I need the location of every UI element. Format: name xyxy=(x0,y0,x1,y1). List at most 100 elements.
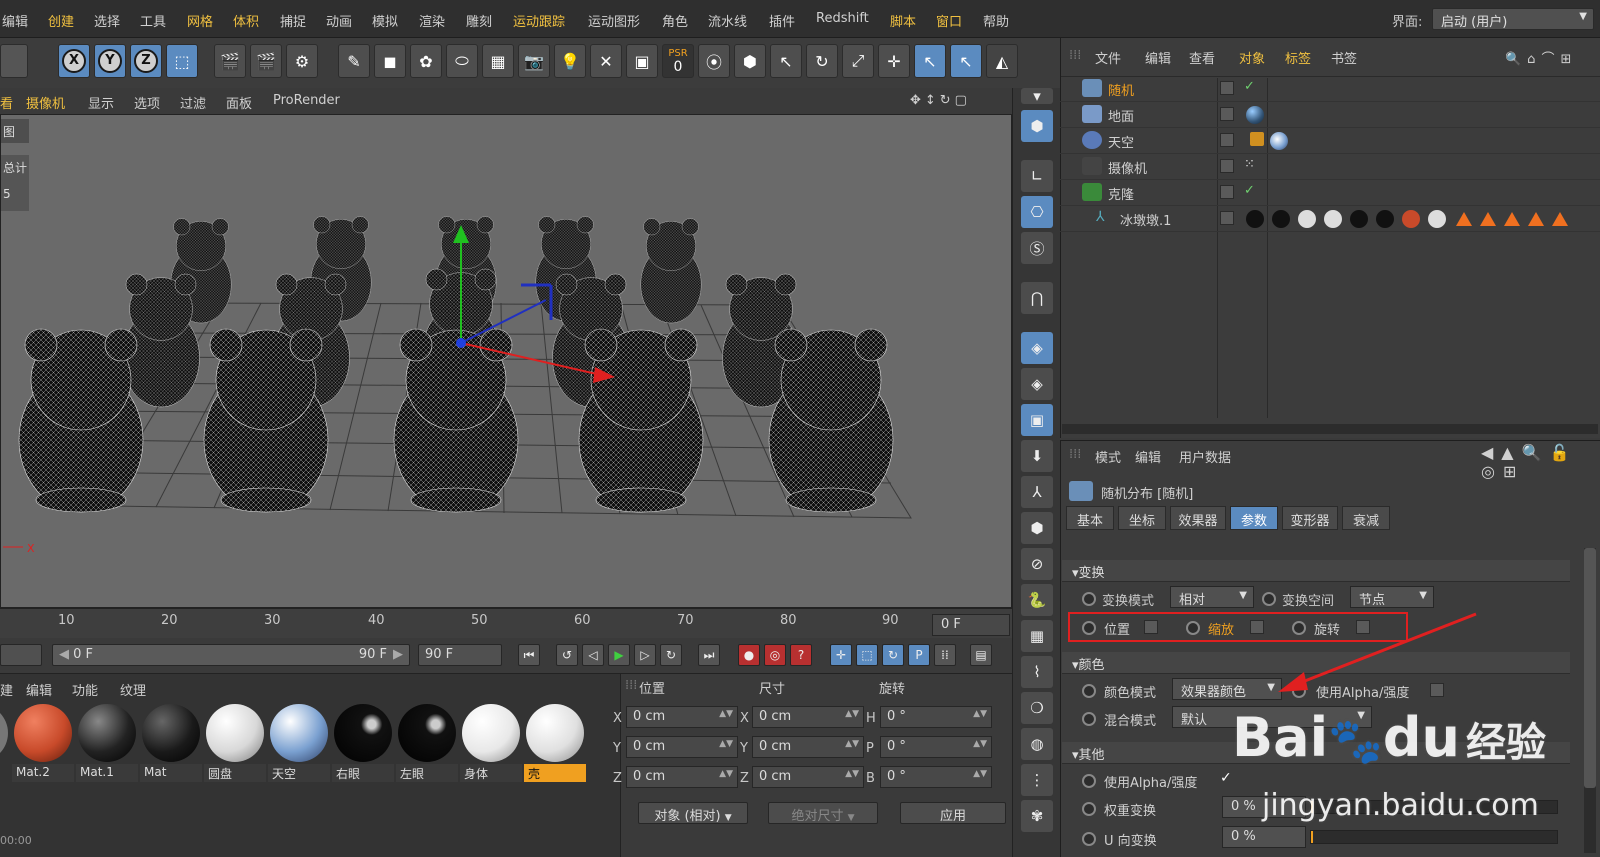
autokey-icon[interactable]: ◎ xyxy=(764,644,786,666)
axis-z-button[interactable]: Z xyxy=(130,44,162,78)
coordinate-system-icon[interactable]: ⬚ xyxy=(166,44,198,78)
enabled-check-icon[interactable]: ✓ xyxy=(1244,79,1255,94)
material-swatch[interactable]: 壳 xyxy=(524,702,586,784)
position-z-field[interactable]: 0 cm ▲▼ xyxy=(626,766,738,788)
material-tag-icon[interactable] xyxy=(1270,132,1288,150)
solo-icon[interactable]: Ⓢ xyxy=(1021,232,1053,264)
material-swatch[interactable]: 天空 xyxy=(268,702,330,784)
rotation-h-field[interactable]: 0 ° ▲▼ xyxy=(880,706,992,728)
display-menu[interactable]: 显示 xyxy=(88,93,114,112)
transform-space-dropdown[interactable]: 节点 ▼ xyxy=(1350,586,1434,608)
rect-select-icon[interactable]: ↖ xyxy=(950,44,982,78)
scale-checkbox[interactable] xyxy=(1250,620,1264,634)
selection-tag-icon[interactable] xyxy=(1480,212,1496,226)
tag-icon[interactable]: ▣ xyxy=(626,44,658,78)
size-mode-dropdown[interactable]: 绝对尺寸 ▼ xyxy=(768,802,878,824)
record-icon[interactable]: ● xyxy=(738,644,760,666)
frame-range-slider[interactable]: ◀ 0 F 90 F ▶ xyxy=(52,644,410,666)
selection-tag-icon[interactable] xyxy=(1528,212,1544,226)
horizontal-scrollbar[interactable] xyxy=(1062,424,1598,434)
prorender-menu[interactable]: ProRender xyxy=(273,93,340,108)
material-swatch[interactable]: 身体 xyxy=(460,702,522,784)
sidebar-collapse-icon[interactable]: ▾ xyxy=(1021,87,1053,105)
size-x-field[interactable]: 0 cm ▲▼ xyxy=(752,706,864,728)
u-slider-knob[interactable] xyxy=(1311,831,1313,843)
animate-radio[interactable] xyxy=(1082,802,1096,816)
options-menu[interactable]: 选项 xyxy=(134,93,160,112)
live-select-icon[interactable]: ↖ xyxy=(914,44,946,78)
floor-icon[interactable]: ▦ xyxy=(482,44,514,78)
tab-basic[interactable]: 基本 xyxy=(1066,506,1114,530)
obj-menu-tags[interactable]: 标签 xyxy=(1285,48,1311,67)
animate-radio[interactable] xyxy=(1082,684,1096,698)
material-tag-icon[interactable] xyxy=(1402,210,1420,228)
axis-y-button[interactable]: Y xyxy=(94,44,126,78)
model-mode-icon[interactable]: ⬢ xyxy=(1021,110,1053,142)
prev-key-icon[interactable]: ↺ xyxy=(556,644,578,666)
timeline-layout-icon[interactable]: ▤ xyxy=(970,644,992,666)
u-transform-slider[interactable] xyxy=(1310,830,1558,844)
visibility-toggle[interactable] xyxy=(1220,133,1234,147)
menu-render[interactable]: 渲染 xyxy=(419,11,445,30)
material-swatch[interactable]: 左眼 xyxy=(396,702,458,784)
workplane-lock-icon[interactable]: ◈ xyxy=(1021,332,1053,364)
edges-mode-icon[interactable]: ⬇ xyxy=(1021,440,1053,472)
menu-snap[interactable]: 捕捉 xyxy=(280,11,306,30)
rotation-b-field[interactable]: 0 ° ▲▼ xyxy=(880,766,992,788)
menu-select[interactable]: 选择 xyxy=(94,11,120,30)
material-tag-icon[interactable] xyxy=(1376,210,1394,228)
material-tag-icon[interactable] xyxy=(1272,210,1290,228)
sphere-icon[interactable]: ◍ xyxy=(1021,728,1053,760)
menu-redshift[interactable]: Redshift xyxy=(816,11,869,26)
key-param-icon[interactable]: P xyxy=(908,644,930,666)
workplane-icon[interactable]: ◈ xyxy=(1021,368,1053,400)
object-row-camera[interactable]: 摄像机 ⁙ xyxy=(1060,154,1600,180)
selection-tag-icon[interactable] xyxy=(1552,212,1568,226)
viewport[interactable]: 图 总计 5 X xyxy=(0,114,1012,608)
alpha-checked-icon[interactable]: ✓ xyxy=(1220,770,1232,786)
position-y-field[interactable]: 0 cm ▲▼ xyxy=(626,736,738,758)
xpresso-icon[interactable]: ▦ xyxy=(1021,620,1053,652)
object-row-sky[interactable]: 天空 xyxy=(1060,128,1600,154)
animate-radio[interactable] xyxy=(1082,832,1096,846)
filter-menu[interactable]: 过滤 xyxy=(180,93,206,112)
material-swatch[interactable]: Mat.2 xyxy=(12,702,74,784)
render-view-icon[interactable]: 🎬 xyxy=(214,44,246,78)
pen-icon[interactable]: ✎ xyxy=(338,44,370,78)
apply-button[interactable]: 应用 xyxy=(900,802,1006,824)
material-swatch[interactable]: Mat xyxy=(140,702,202,784)
axis-mode-icon[interactable]: ∟ xyxy=(1021,160,1053,192)
psr-readout[interactable]: PSR 0 xyxy=(662,44,694,78)
compositing-tag-icon[interactable] xyxy=(1250,132,1264,146)
key-pla-icon[interactable]: ⁞⁞ xyxy=(934,644,956,666)
attr-scrollbar[interactable] xyxy=(1584,548,1596,853)
menu-mograph[interactable]: 运动图形 xyxy=(588,11,640,30)
key-rotation-icon[interactable]: ↻ xyxy=(882,644,904,666)
selection-tag-icon[interactable] xyxy=(1456,212,1472,226)
object-row-cloner[interactable]: 克隆 ✓ xyxy=(1060,180,1600,206)
xyz-lock-icon[interactable]: ⦿ xyxy=(698,44,730,78)
mograph-cloner-icon[interactable]: ✿ xyxy=(410,44,442,78)
material-swatch[interactable]: 右眼 xyxy=(332,702,394,784)
menu-create[interactable]: 创建 xyxy=(48,11,74,30)
disabled-icon[interactable]: ⊘ xyxy=(1021,548,1053,580)
scale-icon[interactable]: ⤢ xyxy=(842,44,874,78)
visibility-toggle[interactable] xyxy=(1220,81,1234,95)
attr-menu-userdata[interactable]: 用户数据 xyxy=(1179,447,1231,466)
material-tag-icon[interactable] xyxy=(1324,210,1342,228)
cube-primitive-icon[interactable]: ◼ xyxy=(374,44,406,78)
enabled-check-icon[interactable]: ✓ xyxy=(1244,183,1255,198)
object-row-bing-dwen-dwen[interactable]: ⅄ 冰墩墩.1 xyxy=(1060,206,1600,232)
next-frame-icon[interactable]: ▷ xyxy=(634,644,656,666)
attr-menu-mode[interactable]: 模式 xyxy=(1095,447,1121,466)
coord-mode-dropdown[interactable]: 对象 (相对) ▼ xyxy=(638,802,748,824)
menu-motion-tracking[interactable]: 运动跟踪 xyxy=(513,11,565,30)
visibility-toggle[interactable] xyxy=(1220,159,1234,173)
play-icon[interactable]: ▶ xyxy=(608,644,630,666)
visibility-toggle[interactable] xyxy=(1220,107,1234,121)
menu-mesh[interactable]: 网格 xyxy=(187,11,213,30)
transform-section-header[interactable]: ▾变换 xyxy=(1062,560,1570,582)
mat-menu-function[interactable]: 功能 xyxy=(72,680,98,699)
end-frame-field[interactable]: 90 F xyxy=(418,644,502,666)
material-swatch[interactable]: 圆盘 xyxy=(204,702,266,784)
